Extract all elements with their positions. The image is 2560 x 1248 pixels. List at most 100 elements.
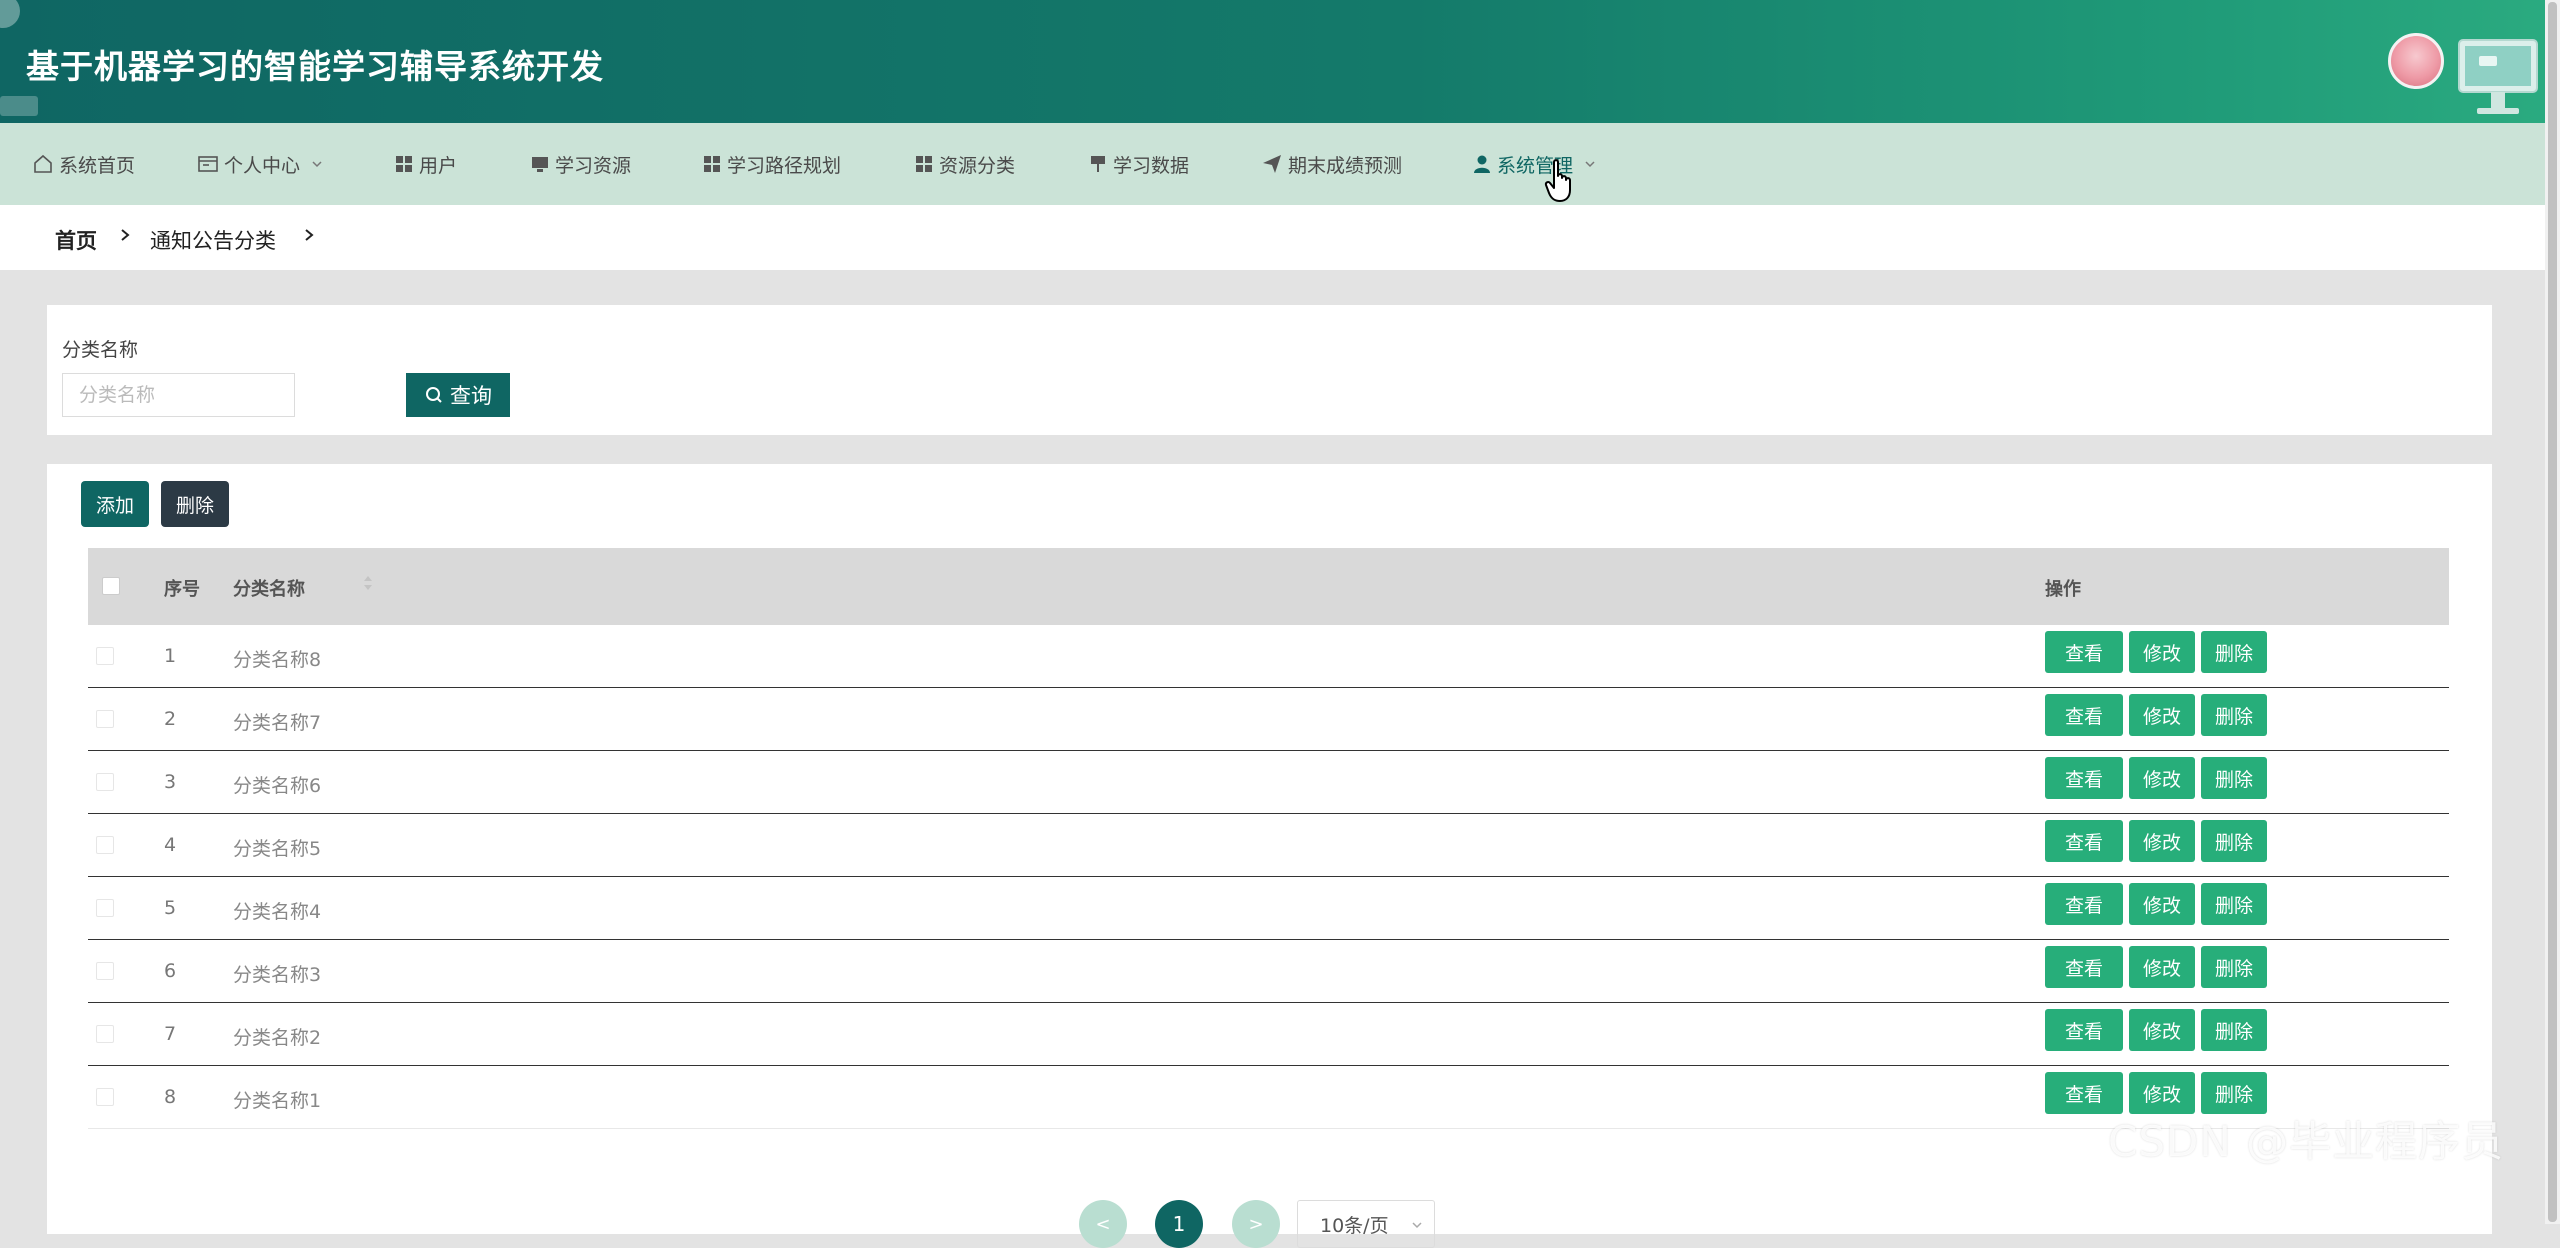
row-index: 5 [164, 897, 177, 919]
row-checkbox[interactable] [96, 710, 114, 728]
row-category-name: 分类名称7 [233, 712, 322, 734]
pin-icon [1091, 156, 1105, 172]
monitor-decoration-icon [2458, 39, 2538, 114]
page-size-value: 10条/页 [1320, 1214, 1389, 1237]
grid-icon [704, 156, 720, 172]
row-actions: 查看 修改 删除 [2045, 883, 2267, 925]
delete-button[interactable]: 删除 [2201, 631, 2267, 673]
edit-button[interactable]: 修改 [2129, 883, 2195, 925]
row-checkbox[interactable] [96, 1025, 114, 1043]
table-row: 8 分类名称1 查看 修改 删除 [88, 1066, 2449, 1129]
row-index: 7 [164, 1023, 177, 1045]
nav-item-home[interactable]: 系统首页 [32, 123, 135, 205]
breadcrumb-home[interactable]: 首页 [55, 225, 97, 255]
table-row: 6 分类名称3 查看 修改 删除 [88, 940, 2449, 1003]
row-actions: 查看 修改 删除 [2045, 1009, 2267, 1051]
row-index: 3 [164, 771, 177, 793]
row-actions: 查看 修改 删除 [2045, 631, 2267, 673]
sort-icon[interactable] [362, 572, 374, 594]
avatar[interactable] [2388, 33, 2444, 89]
nav-item-users[interactable]: 用户 [394, 123, 457, 205]
row-category-name: 分类名称3 [233, 964, 322, 986]
row-category-name: 分类名称4 [233, 901, 322, 923]
edit-button[interactable]: 修改 [2129, 757, 2195, 799]
nav-item-system-management[interactable]: 系统管理 [1472, 123, 1602, 205]
edit-button[interactable]: 修改 [2129, 631, 2195, 673]
delete-button[interactable]: 删除 [2201, 757, 2267, 799]
edit-button[interactable]: 修改 [2129, 820, 2195, 862]
view-button[interactable]: 查看 [2045, 757, 2123, 799]
view-button[interactable]: 查看 [2045, 694, 2123, 736]
table-row: 5 分类名称4 查看 修改 删除 [88, 877, 2449, 940]
search-panel: 分类名称 查询 [47, 305, 2492, 435]
row-checkbox[interactable] [96, 773, 114, 791]
nav-item-grade-prediction[interactable]: 期末成绩预测 [1261, 123, 1402, 205]
edit-button[interactable]: 修改 [2129, 946, 2195, 988]
row-category-name: 分类名称1 [233, 1090, 322, 1112]
view-button[interactable]: 查看 [2045, 631, 2123, 673]
chevron-down-icon [1585, 161, 1595, 168]
scrollbar-thumb[interactable] [2548, 2, 2557, 1222]
chevron-right-icon [305, 229, 314, 241]
row-checkbox[interactable] [96, 899, 114, 917]
row-checkbox[interactable] [96, 647, 114, 665]
category-name-input[interactable] [62, 373, 295, 417]
grid-icon [916, 156, 932, 172]
delete-button[interactable]: 删除 [2201, 1009, 2267, 1051]
delete-button[interactable]: 删除 [2201, 820, 2267, 862]
prev-page-button[interactable]: < [1079, 1200, 1127, 1248]
view-button[interactable]: 查看 [2045, 883, 2123, 925]
search-label: 分类名称 [62, 339, 139, 361]
delete-button[interactable]: 删除 [2201, 694, 2267, 736]
row-index: 4 [164, 834, 177, 856]
nav-item-label: 期末成绩预测 [1288, 154, 1403, 177]
app-title: 基于机器学习的智能学习辅导系统开发 [26, 47, 604, 86]
nav-item-label: 学习数据 [1113, 154, 1190, 177]
category-table: 序号 分类名称 操作 1 分类名称8 查看 修改 删除 2 分类名称7 查看 修… [88, 548, 2449, 1129]
page-scrollbar[interactable] [2545, 0, 2560, 1224]
nav-item-learning-path[interactable]: 学习路径规划 [702, 123, 841, 205]
edit-button[interactable]: 修改 [2129, 694, 2195, 736]
hand-cursor-icon [1544, 159, 1571, 202]
delete-button[interactable]: 删除 [2201, 946, 2267, 988]
pagination: < 1 > 10条/页 [47, 1182, 2492, 1248]
next-page-button[interactable]: > [1232, 1200, 1280, 1248]
bulk-delete-button[interactable]: 删除 [161, 481, 229, 527]
view-button[interactable]: 查看 [2045, 946, 2123, 988]
view-button[interactable]: 查看 [2045, 1009, 2123, 1051]
row-checkbox[interactable] [96, 962, 114, 980]
nav-item-profile[interactable]: 个人中心 [197, 123, 329, 205]
row-checkbox[interactable] [96, 836, 114, 854]
page-number-button[interactable]: 1 [1155, 1200, 1203, 1248]
header-decoration [0, 0, 20, 28]
query-button[interactable]: 查询 [406, 373, 510, 417]
profile-card-icon [198, 156, 218, 172]
table-row: 1 分类名称8 查看 修改 删除 [88, 625, 2449, 688]
table-row: 7 分类名称2 查看 修改 删除 [88, 1003, 2449, 1066]
nav-item-label: 用户 [419, 154, 458, 177]
nav-item-resource-category[interactable]: 资源分类 [914, 123, 1015, 205]
grid-icon [396, 156, 412, 172]
nav-item-learning-resources[interactable]: 学习资源 [530, 123, 631, 205]
edit-button[interactable]: 修改 [2129, 1009, 2195, 1051]
nav-item-learning-data[interactable]: 学习数据 [1088, 123, 1189, 205]
select-all-checkbox[interactable] [102, 577, 120, 595]
nav-item-label: 学习资源 [555, 154, 632, 177]
paper-plane-icon [1263, 155, 1281, 173]
delete-button[interactable]: 删除 [2201, 883, 2267, 925]
nav-item-label: 资源分类 [939, 154, 1016, 177]
row-index: 1 [164, 645, 177, 667]
watermark: CSDN @毕业程序员 [2108, 1117, 2505, 1166]
table-header: 序号 分类名称 操作 [88, 548, 2449, 625]
nav-item-label: 个人中心 [224, 154, 301, 177]
row-actions: 查看 修改 删除 [2045, 820, 2267, 862]
column-header-name[interactable]: 分类名称 [233, 575, 305, 601]
breadcrumb: 首页 通知公告分类 [0, 205, 2545, 270]
row-index: 6 [164, 960, 177, 982]
row-checkbox[interactable] [96, 1088, 114, 1106]
monitor-icon [532, 157, 548, 172]
table-row: 4 分类名称5 查看 修改 删除 [88, 814, 2449, 877]
view-button[interactable]: 查看 [2045, 820, 2123, 862]
page-size-select[interactable]: 10条/页 [1297, 1200, 1435, 1248]
add-button[interactable]: 添加 [81, 481, 149, 527]
